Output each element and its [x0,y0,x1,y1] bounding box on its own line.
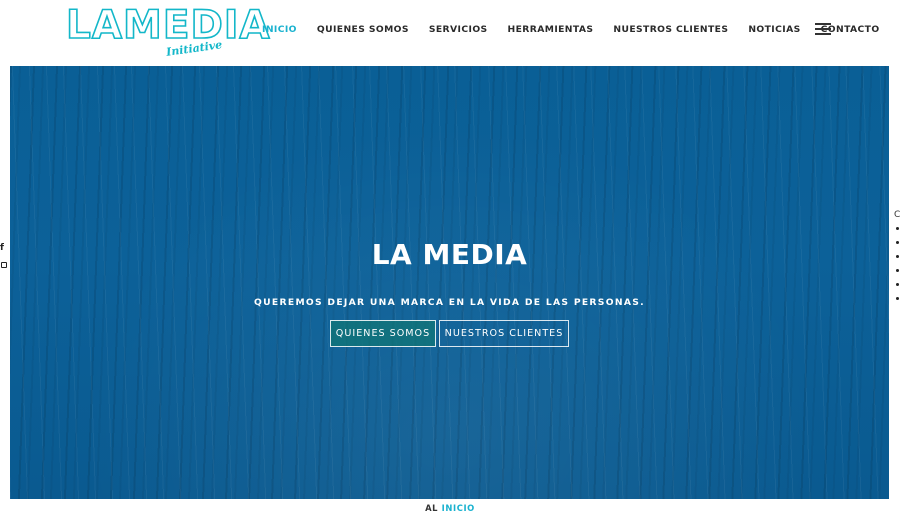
side-menu-label: C [894,210,900,220]
main-nav: INICIO QUIENES SOMOS SERVICIOS HERRAMIEN… [262,22,900,36]
hamburger-bar [815,28,831,30]
side-menu-dot[interactable] [896,227,899,230]
crumb-inicio-link[interactable]: INICIO [442,503,475,513]
nav-item-quienes-somos[interactable]: QUIENES SOMOS [317,24,409,35]
site-header: LAMEDIA Initiative INICIO QUIENES SOMOS … [0,0,900,62]
side-menu-dot[interactable] [896,241,899,244]
side-menu-dot[interactable] [896,269,899,272]
nav-item-servicios[interactable]: SERVICIOS [429,24,488,35]
instagram-icon[interactable] [0,262,8,272]
site-logo[interactable]: LAMEDIA Initiative [65,5,271,59]
hamburger-bar [815,33,831,35]
page: LAMEDIA Initiative INICIO QUIENES SOMOS … [0,0,900,520]
crumb-prefix: AL [425,503,439,513]
side-menu-dot[interactable] [896,297,899,300]
hero-subtitle: QUEREMOS DEJAR UNA MARCA EN LA VIDA DE L… [254,297,645,308]
logo-wordmark: LAMEDIA [65,3,271,48]
hero-background-texture [10,66,889,499]
instagram-glyph [1,262,7,268]
scroll-to-top: AL INICIO [0,503,900,513]
side-menu-dot[interactable] [896,283,899,286]
hero-banner: LA MEDIA QUEREMOS DEJAR UNA MARCA EN LA … [10,66,889,499]
nuestros-clientes-button[interactable]: NUESTROS CLIENTES [439,320,569,347]
side-menu-dot[interactable] [896,255,899,258]
facebook-icon[interactable]: f [0,243,8,253]
nav-item-herramientas[interactable]: HERRAMIENTAS [508,24,594,35]
hamburger-bar [815,23,831,25]
social-links: f [0,243,8,281]
hamburger-icon[interactable] [815,23,831,35]
nav-item-inicio[interactable]: INICIO [262,24,297,35]
nav-item-nuestros-clientes[interactable]: NUESTROS CLIENTES [613,24,728,35]
nav-item-noticias[interactable]: NOTICIAS [748,24,800,35]
quienes-somos-button[interactable]: QUIENES SOMOS [330,320,436,347]
hero-title: LA MEDIA [371,238,528,271]
